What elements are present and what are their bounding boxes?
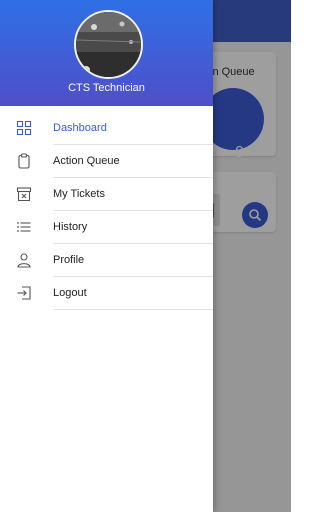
menu-item-dashboard[interactable]: Dashboard	[0, 112, 213, 145]
menu-item-label: Dashboard	[53, 122, 107, 134]
menu-item-label: Profile	[53, 254, 85, 266]
ticket-icon	[16, 187, 32, 202]
navigation-drawer: CTS Technician Dashboard Action Queue My…	[0, 0, 213, 512]
menu-item-label: My Tickets	[53, 188, 105, 200]
person-icon	[17, 253, 31, 268]
list-icon	[17, 222, 31, 232]
avatar[interactable]	[74, 10, 143, 79]
menu-item-label: Action Queue	[53, 155, 120, 167]
menu-item-logout[interactable]: Logout	[0, 277, 213, 310]
user-name: CTS Technician	[68, 82, 145, 94]
dashboard-icon	[16, 120, 32, 136]
drawer-header: CTS Technician	[0, 0, 213, 106]
menu-item-history[interactable]: History	[0, 211, 213, 244]
clipboard-icon	[18, 153, 30, 169]
divider	[53, 309, 213, 310]
menu-item-label: History	[53, 221, 88, 233]
drawer-menu: Dashboard Action Queue My Tickets Histor…	[0, 112, 213, 310]
logout-icon	[17, 286, 31, 300]
app-screen: Action Queue 0 31	[0, 0, 291, 512]
menu-item-profile[interactable]: Profile	[0, 244, 213, 277]
menu-item-action-queue[interactable]: Action Queue	[0, 145, 213, 178]
menu-item-label: Logout	[53, 287, 87, 299]
avatar-image	[76, 12, 141, 77]
menu-item-my-tickets[interactable]: My Tickets	[0, 178, 213, 211]
